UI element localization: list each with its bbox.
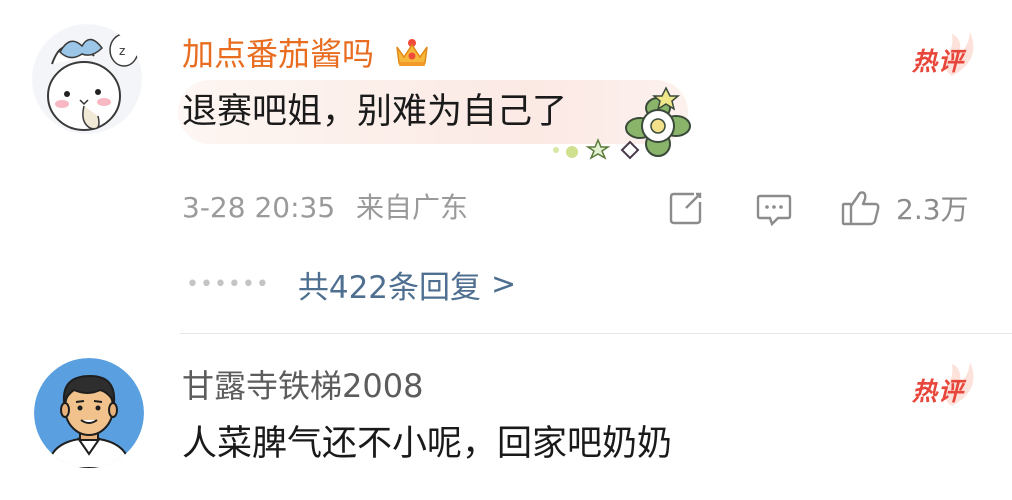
hot-comment-badge: 热评 [912, 360, 978, 412]
comment-icon [756, 194, 792, 227]
thumbs-up-icon [841, 191, 880, 226]
flower-decoration-icon [553, 86, 691, 160]
username[interactable]: 加点番茄酱吗 [182, 34, 430, 74]
hot-comment-badge: 热评 [912, 30, 978, 82]
cartoon-cat-avatar-icon: z [32, 24, 142, 134]
cartoon-man-avatar-icon [34, 358, 144, 468]
dotted-line-icon: •••••• [186, 271, 270, 297]
like-count: 2.3万 [896, 193, 969, 226]
avatar[interactable] [34, 358, 144, 468]
like-button[interactable]: 2.3万 [840, 187, 969, 229]
hot-badge-label: 热评 [912, 47, 965, 76]
comment-divider [180, 333, 1012, 334]
comment-date: 3-28 20:35 [182, 191, 336, 224]
replies-count-label[interactable]: 共422条回复 [298, 262, 481, 307]
hot-badge-label: 热评 [912, 377, 965, 406]
comment-text: 人菜脾气还不小呢，回家吧奶奶 [182, 424, 673, 464]
comment-list: z 加点番茄酱吗 热评 退赛吧姐，别难为自己了 3-28 20:35 来自广东 … [0, 0, 1012, 500]
avatar[interactable]: z [32, 24, 142, 134]
svg-text:z: z [119, 44, 125, 58]
share-button[interactable] [666, 187, 706, 229]
username[interactable]: 甘露寺铁梯2008 [182, 366, 423, 406]
comment-text: 退赛吧姐，别难为自己了 [182, 92, 568, 132]
crown-icon [394, 35, 430, 69]
username-label[interactable]: 加点番茄酱吗 [182, 35, 374, 73]
comment-button[interactable] [754, 187, 794, 229]
comment-location: 来自广东 [356, 191, 469, 224]
chevron-right-icon: > [491, 266, 517, 302]
share-icon [669, 192, 702, 225]
comment-meta: 3-28 20:35 来自广东 [182, 190, 468, 226]
view-replies-link[interactable]: •••••• 共422条回复 > [186, 262, 516, 306]
